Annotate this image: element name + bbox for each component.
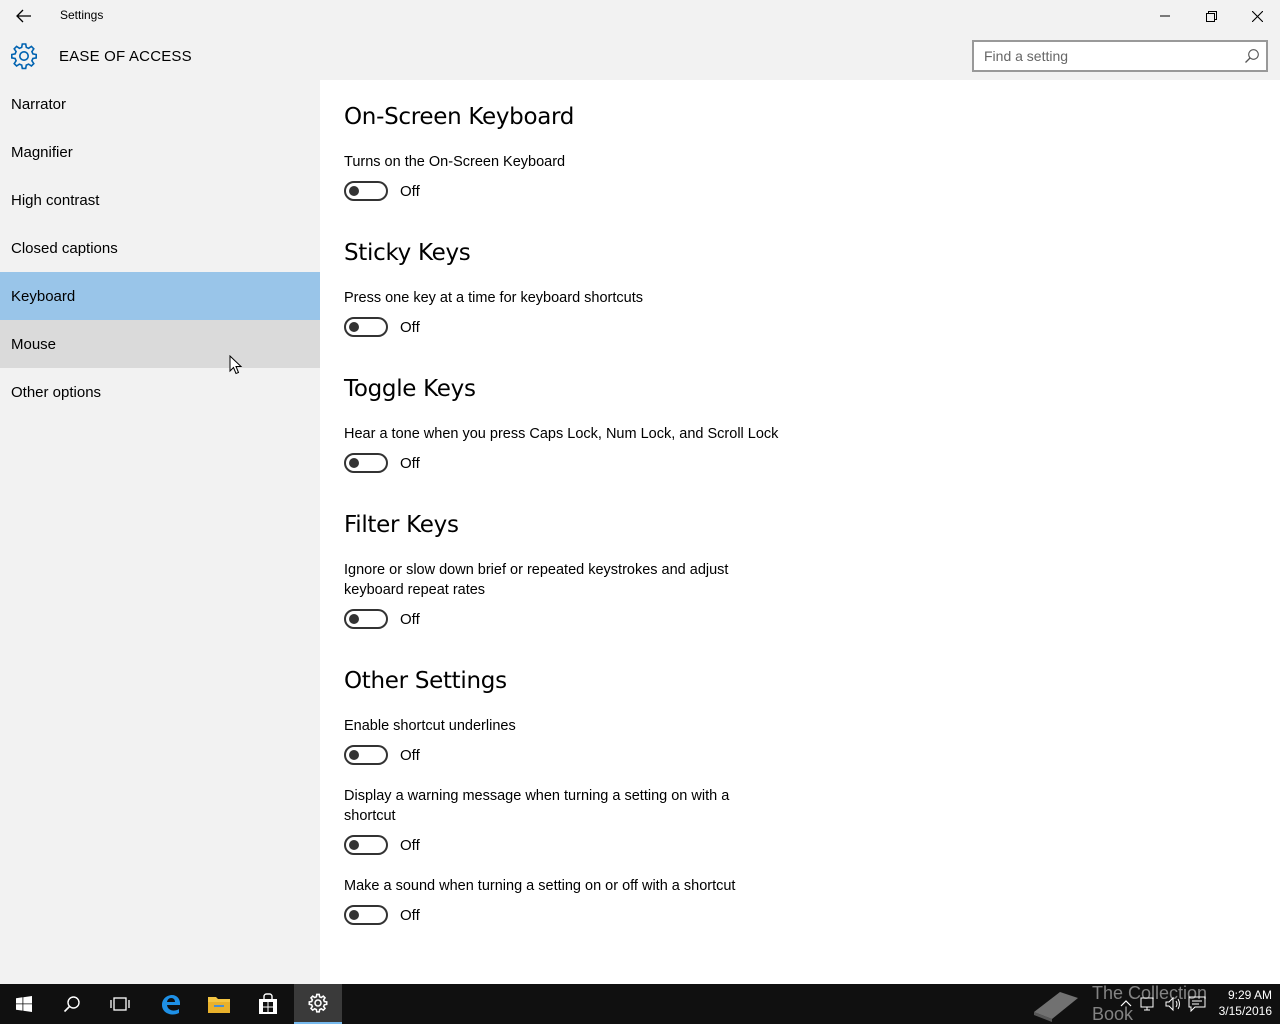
folder-icon — [208, 997, 230, 1013]
sidebar-item-magnifier[interactable]: Magnifier — [0, 128, 320, 176]
settings-taskbar-button[interactable] — [294, 984, 342, 1024]
edge-browser-icon — [162, 995, 180, 1015]
settings-header: EASE OF ACCESS — [0, 32, 1280, 80]
sidebar-item-label: Keyboard — [11, 287, 76, 305]
taskbar: The Collection Book 9:29 AM 3/15/2016 — [0, 983, 1280, 1024]
toggle-knob — [349, 910, 359, 920]
chevron-up-icon[interactable] — [1120, 999, 1132, 1009]
warning-message-toggle[interactable] — [344, 835, 388, 855]
main-content: On-Screen Keyboard Turns on the On-Scree… — [320, 80, 1280, 984]
sidebar-item-narrator[interactable]: Narrator — [0, 80, 320, 128]
toggle-state-label: Off — [400, 837, 420, 854]
section-heading-on-screen-keyboard: On-Screen Keyboard — [344, 104, 575, 130]
sidebar-item-label: Other options — [11, 383, 102, 401]
mouse-cursor-icon — [229, 355, 243, 375]
gear-icon — [308, 993, 328, 1013]
sidebar-item-label: Closed captions — [11, 239, 118, 257]
on-screen-keyboard-toggle[interactable] — [344, 181, 388, 201]
sidebar-item-label: Narrator — [11, 95, 67, 113]
section-heading-sticky-keys: Sticky Keys — [344, 240, 471, 266]
search-icon — [63, 996, 80, 1013]
store-bag-icon — [259, 993, 277, 1014]
clock-date: 3/15/2016 — [1218, 1004, 1272, 1018]
gear-icon — [11, 43, 37, 70]
toggle-knob — [349, 840, 359, 850]
toggle-state-label: Off — [400, 319, 420, 336]
shortcut-underlines-toggle[interactable] — [344, 745, 388, 765]
system-tray — [1120, 984, 1206, 1024]
sidebar-item-mouse[interactable]: Mouse — [0, 320, 320, 368]
search-input[interactable] — [974, 42, 1224, 70]
sidebar-item-label: Magnifier — [11, 143, 73, 161]
sidebar-item-closed-captions[interactable]: Closed captions — [0, 224, 320, 272]
window-title: Settings — [60, 8, 104, 22]
setting-description: Ignore or slow down brief or repeated ke… — [344, 562, 729, 598]
minimize-icon — [1160, 15, 1170, 17]
clock[interactable]: 9:29 AM 3/15/2016 — [1206, 987, 1272, 1019]
sidebar-item-high-contrast[interactable]: High contrast — [0, 176, 320, 224]
title-bar: Settings — [0, 0, 1280, 32]
sidebar-nav: Narrator Magnifier High contrast Closed … — [0, 80, 320, 984]
action-center-icon[interactable] — [1188, 996, 1206, 1012]
back-button[interactable] — [0, 0, 48, 32]
close-button[interactable] — [1234, 0, 1280, 32]
toggle-state-label: Off — [400, 907, 420, 924]
toggle-state-label: Off — [400, 611, 420, 628]
volume-icon[interactable] — [1164, 996, 1182, 1012]
back-arrow-icon — [16, 9, 31, 23]
task-view-icon — [110, 997, 130, 1011]
start-button[interactable] — [0, 984, 48, 1024]
sidebar-item-keyboard[interactable]: Keyboard — [0, 272, 320, 320]
section-heading-toggle-keys: Toggle Keys — [344, 376, 476, 402]
network-icon[interactable] — [1140, 996, 1158, 1012]
toggle-keys-toggle[interactable] — [344, 453, 388, 473]
toggle-knob — [349, 322, 359, 332]
setting-description: Hear a tone when you press Caps Lock, Nu… — [344, 426, 779, 442]
task-view-button[interactable] — [96, 984, 144, 1024]
toggle-knob — [349, 614, 359, 624]
sidebar-item-label: High contrast — [11, 191, 100, 209]
toggle-state-label: Off — [400, 747, 420, 764]
clock-time: 9:29 AM — [1227, 988, 1272, 1002]
section-title: EASE OF ACCESS — [59, 48, 192, 65]
setting-description: Press one key at a time for keyboard sho… — [344, 290, 643, 306]
section-heading-other-settings: Other Settings — [344, 668, 507, 694]
shortcut-sound-toggle[interactable] — [344, 905, 388, 925]
setting-description: Enable shortcut underlines — [344, 718, 516, 734]
restore-icon — [1205, 10, 1217, 22]
search-icon[interactable] — [1244, 48, 1260, 64]
toggle-state-label: Off — [400, 183, 420, 200]
edge-button[interactable] — [146, 984, 194, 1024]
book-logo-icon — [1034, 992, 1078, 1022]
toggle-state-label: Off — [400, 455, 420, 472]
sticky-keys-toggle[interactable] — [344, 317, 388, 337]
section-heading-filter-keys: Filter Keys — [344, 512, 459, 538]
setting-description: Turns on the On-Screen Keyboard — [344, 154, 566, 170]
store-button[interactable] — [244, 984, 292, 1024]
sidebar-item-other-options[interactable]: Other options — [0, 368, 320, 416]
file-explorer-button[interactable] — [195, 984, 243, 1024]
setting-description: Make a sound when turning a setting on o… — [344, 878, 736, 894]
search-taskbar-button[interactable] — [48, 984, 96, 1024]
filter-keys-toggle[interactable] — [344, 609, 388, 629]
toggle-knob — [349, 458, 359, 468]
restore-button[interactable] — [1188, 0, 1234, 32]
setting-description: Display a warning message when turning a… — [344, 788, 730, 824]
minimize-button[interactable] — [1142, 0, 1188, 32]
toggle-knob — [349, 750, 359, 760]
windows-logo-icon — [16, 996, 32, 1012]
toggle-knob — [349, 186, 359, 196]
search-box[interactable] — [972, 40, 1268, 72]
close-icon — [1251, 10, 1263, 22]
sidebar-item-label: Mouse — [11, 335, 57, 353]
